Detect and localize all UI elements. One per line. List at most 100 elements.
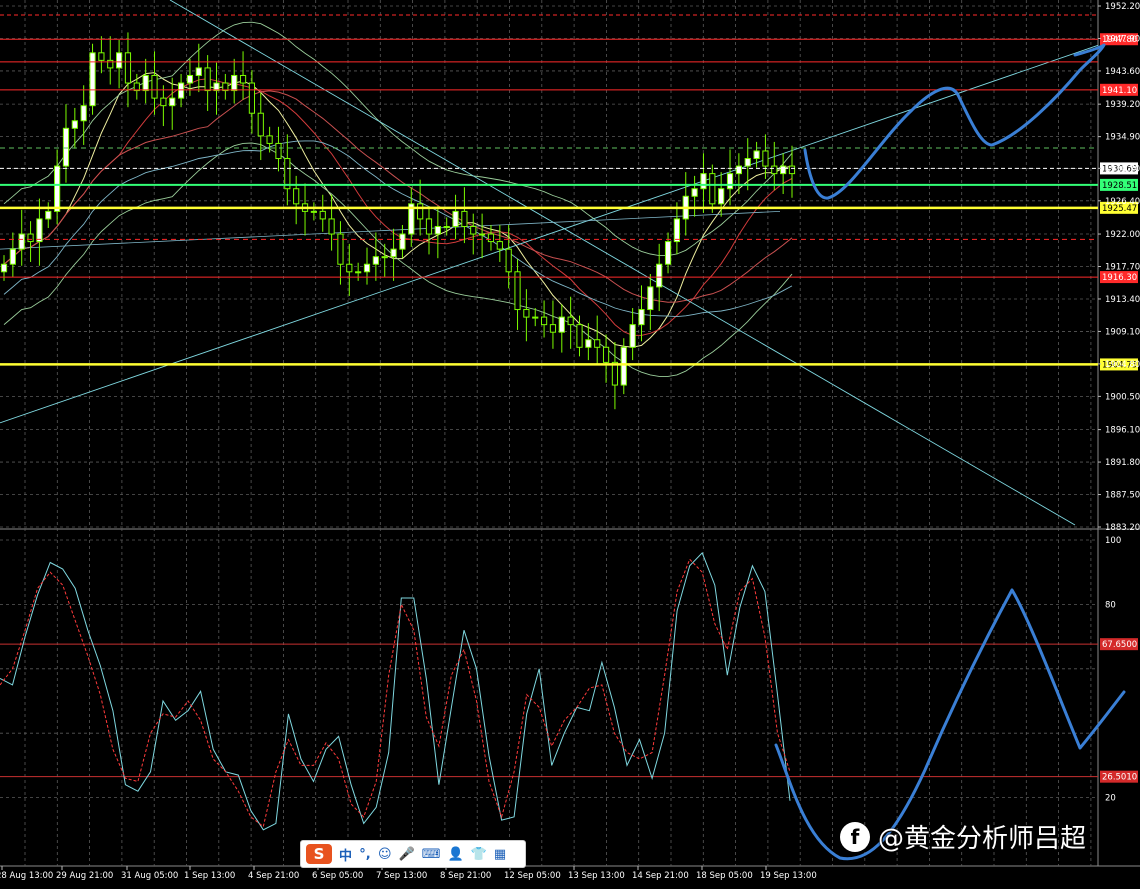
candle-bull [89,52,96,107]
candle-bear [346,263,353,273]
candle-bull [434,225,441,235]
candle-bull [399,233,406,250]
candle-bull [80,105,87,122]
candle-bear [337,233,344,265]
candle-bull [718,188,725,205]
candle-bull [54,165,61,212]
candle-bull [71,120,78,129]
candle-bull [664,241,672,265]
candle-bull [585,339,592,348]
candle-bull [372,256,379,265]
candle-bull [673,218,680,243]
chart-canvas: 1947.801941.101930.691928.511925.471916.… [0,0,1140,881]
price-tick-label: 1900.50 [1105,392,1140,402]
price-axis: 1883.20 1887.50 1891.80 1896.10 1900.50 1904.… [1098,2,1140,804]
price-tick-label: 1896.10 [1105,426,1140,436]
grid-layer [0,0,1140,867]
candle-bear [293,188,300,205]
ime-grid-icon[interactable]: ▦ [494,847,506,862]
candle-bull [691,188,698,197]
candle-bear [328,218,335,235]
ime-toolbar[interactable]: S 中 °, ☺ 🎤 ⌨ 👤 👕 ▦ [300,840,526,868]
ime-skin-icon[interactable]: 👕 [471,847,487,862]
price-tick-label: 1934.90 [1105,133,1140,143]
candle-bull [780,165,787,175]
candle-bear [540,316,548,326]
price-tick-label: 1926.40 [1105,197,1140,207]
ime-logo-icon[interactable]: S [306,844,332,864]
ime-voice-icon[interactable]: 🎤 [399,847,415,862]
price-tick-label: 1887.50 [1105,491,1140,501]
candle-bear [496,241,503,250]
trendline-resistance [169,0,1076,526]
candle-bull [381,256,388,259]
candle-bear [257,112,264,137]
candle-bear [470,225,477,235]
ime-emoji-icon[interactable]: ☺ [378,847,392,862]
forecast-drawings [774,43,1126,861]
candle-bear [611,361,619,386]
candle-bear [709,173,716,205]
price-tick-label: 1883.20 [1105,523,1140,533]
candle-bear [425,218,433,235]
price-tick-label: 1891.80 [1105,458,1140,468]
date-tick-label: 29 Aug 21:00 [56,871,113,881]
price-level-label: 1941.10 [1102,86,1137,96]
date-tick-label: 12 Sep 05:00 [504,871,561,881]
candle-bear [788,165,796,175]
ime-punctuation-icon[interactable]: °, [359,847,371,862]
candle-bear [523,309,530,318]
price-level-label: 1928.51 [1102,181,1137,191]
osc-level-label: 26.5010 [1102,773,1137,783]
candle-bull [36,218,43,243]
candle-bear [771,165,778,175]
date-tick-label: 31 Aug 05:00 [121,871,178,881]
candle-bull [62,127,70,167]
candle-bull [620,346,627,386]
ime-chinese-mode[interactable]: 中 [339,845,352,864]
candle-bear [275,142,282,160]
candle-bull [558,316,565,333]
candle-bull [116,52,123,69]
osc-tick-label: 100 [1105,536,1121,546]
candle-bull [195,67,202,76]
weibo-logo-icon: f [840,821,870,852]
price-tick-label: 1943.60 [1105,67,1140,77]
price-tick-label: 1917.70 [1105,263,1140,273]
candle-bull [700,173,707,190]
candle-bull [753,150,760,160]
candle-bull [452,210,459,227]
candle-bull [310,210,317,213]
candle-bear [762,150,769,167]
candle-bear [319,210,326,220]
candle-bull [629,324,636,348]
date-axis: 28 Aug 13:00 29 Aug 21:00 31 Aug 05:00 1 Se… [0,866,817,881]
candle-bear [594,339,601,348]
candle-bear [487,233,495,243]
oscillator-main-line [0,551,791,831]
ime-keyboard-icon[interactable]: ⌨ [422,847,441,862]
date-tick-label: 28 Aug 13:00 [0,871,53,881]
price-level-label: 1916.30 [1102,273,1137,283]
candle-bull [390,248,397,258]
candle-bull [532,316,539,319]
candle-bull [638,309,645,326]
candle-bear [549,324,557,333]
oscillator-signal-line [0,558,791,828]
candle-bear [417,203,424,220]
osc-tick-label: 20 [1105,794,1116,804]
candle-bull [231,74,238,92]
price-tick-label: 1909.10 [1105,327,1140,337]
watermark-text: @黄金分析师吕超 [878,824,1087,854]
candle-bear [266,135,273,144]
candlestick-series [0,32,796,410]
candle-bear [248,82,256,114]
price-tick-label: 1913.40 [1105,295,1140,305]
ime-user-icon[interactable]: 👤 [448,847,464,862]
candle-bear [98,52,105,61]
candle-bull [479,233,486,236]
candle-bull [45,210,52,220]
candle-bear [124,52,132,84]
candle-bear [151,74,158,99]
candle-bull [363,263,371,273]
